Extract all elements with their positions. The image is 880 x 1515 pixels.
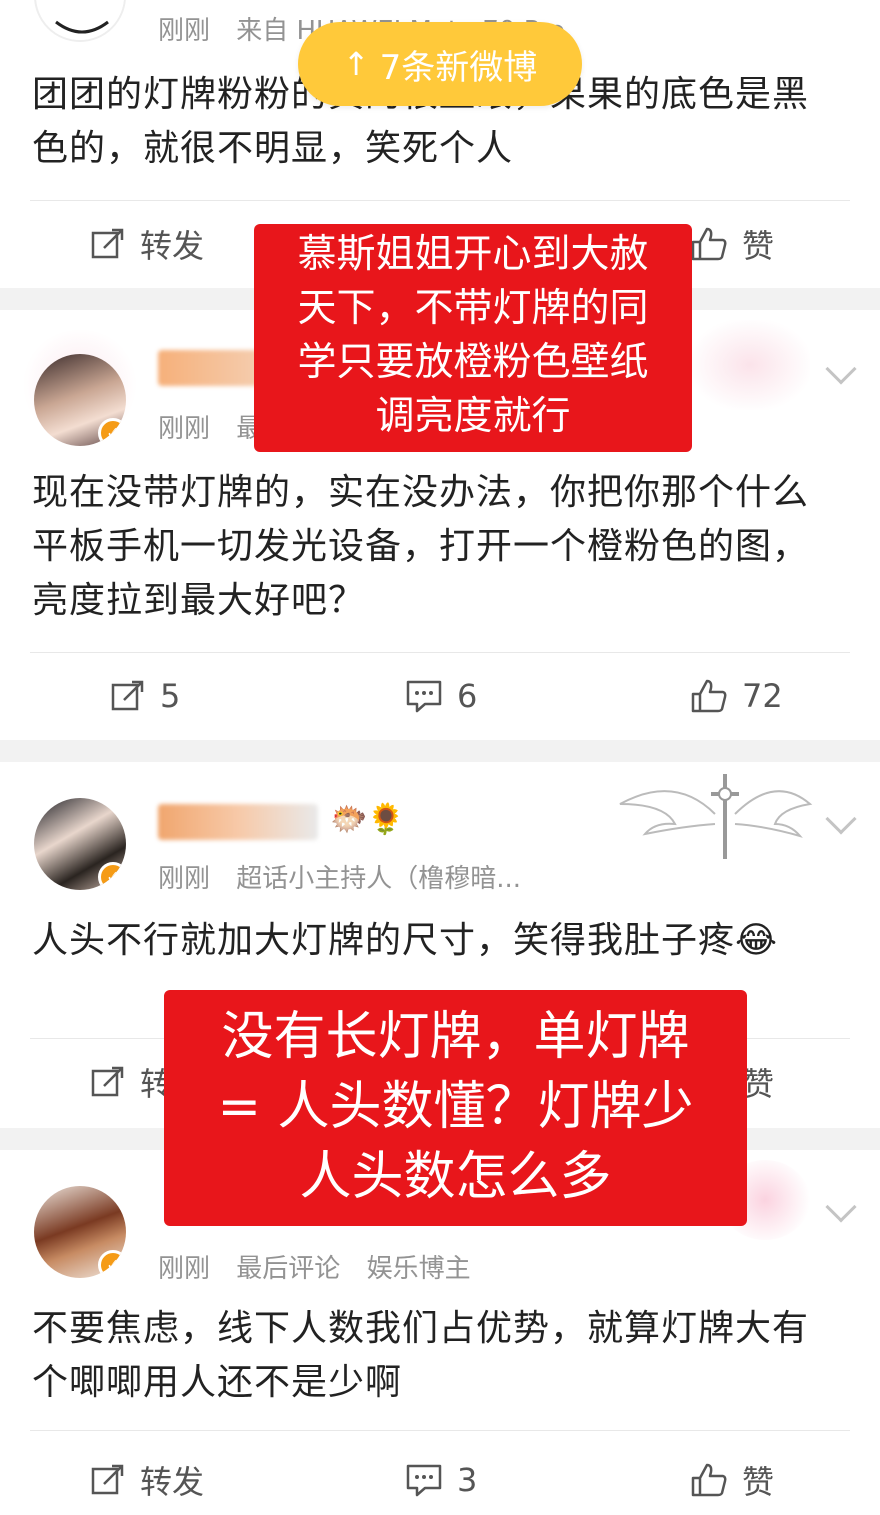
caption-line: 没有长灯牌，单灯牌	[221, 1007, 690, 1067]
comment-icon	[406, 1464, 442, 1497]
repost-button[interactable]: 转发	[90, 1450, 204, 1510]
caption-line: = 人头数懂？灯牌少	[217, 1077, 694, 1137]
post-time: 刚刚	[158, 1254, 211, 1284]
post-time: 刚刚	[158, 16, 211, 46]
comment-count: 6	[457, 677, 478, 715]
post-meta: 刚刚 超话小主持人（橹穆暗...	[158, 858, 539, 895]
post-time: 刚刚	[158, 864, 211, 894]
verified-badge-icon: ✓	[98, 1250, 126, 1278]
new-posts-label: 7条新微博	[379, 47, 538, 88]
divider	[30, 652, 850, 653]
post-actions: 转发 3 赞	[0, 1450, 880, 1510]
new-posts-toast[interactable]: ↑ 7条新微博	[298, 22, 582, 106]
repost-icon	[111, 680, 144, 711]
verified-badge-icon: ✓	[98, 862, 126, 890]
like-label: 赞	[742, 1463, 775, 1501]
arrow-up-icon: ↑	[342, 45, 370, 83]
repost-count: 5	[160, 677, 181, 715]
post-meta: 刚刚 最后评论 娱乐博主	[158, 1248, 489, 1285]
like-count: 72	[742, 677, 783, 715]
comment-button[interactable]: 3	[405, 1450, 477, 1510]
comment-button[interactable]: 6	[405, 666, 477, 726]
post-separator	[0, 740, 880, 762]
thumbs-up-icon	[691, 679, 727, 713]
chevron-down-icon[interactable]	[825, 353, 857, 385]
post-time: 刚刚	[158, 414, 211, 444]
post-source: 最后评论	[236, 1254, 341, 1284]
comment-icon	[406, 680, 442, 713]
post-content[interactable]: 人头不行就加大灯牌的尺寸，笑得我肚子疼😂	[32, 914, 832, 968]
post-actions: 5 6 72	[0, 666, 880, 726]
avatar[interactable]: ✓	[34, 798, 126, 890]
emoji-decoration: 🐡🌻	[330, 802, 405, 837]
thumbs-up-icon	[691, 1463, 727, 1497]
repost-button[interactable]: 转发	[90, 214, 204, 274]
caption-line: 人头数怎么多	[299, 1147, 612, 1207]
avatar[interactable]	[34, 0, 126, 42]
chevron-down-icon[interactable]	[825, 803, 857, 835]
like-button[interactable]: 72	[690, 666, 783, 726]
post-source: 超话小主持人（橹穆暗...	[236, 864, 522, 894]
repost-icon	[91, 1066, 124, 1097]
repost-label: 转发	[140, 1463, 205, 1501]
caption-line: 学只要放橙粉色壁纸	[297, 340, 649, 385]
angel-wings-decoration	[619, 774, 813, 859]
divider	[30, 200, 850, 201]
like-button[interactable]: 赞	[690, 1450, 774, 1510]
cartoon-avatar-icon	[38, 0, 124, 40]
caption-line: 慕斯姐姐开心到大赦	[297, 232, 649, 277]
avatar[interactable]: ✓	[34, 354, 126, 446]
like-button[interactable]: 赞	[690, 214, 774, 274]
chevron-down-icon[interactable]	[825, 1191, 857, 1223]
username-blurred[interactable]	[158, 804, 318, 840]
caption-overlay-1: 慕斯姐姐开心到大赦 天下，不带灯牌的同 学只要放橙粉色壁纸 调亮度就行	[254, 224, 692, 452]
thumbs-up-icon	[691, 227, 727, 261]
caption-overlay-2: 没有长灯牌，单灯牌 = 人头数懂？灯牌少 人头数怎么多	[164, 990, 747, 1226]
post-tag: 娱乐博主	[366, 1254, 471, 1284]
verified-badge-icon: ✓	[98, 418, 126, 446]
post-content[interactable]: 现在没带灯牌的，实在没办法，你把你那个什么平板手机一切发光设备，打开一个橙粉色的…	[32, 466, 832, 628]
divider	[30, 1430, 850, 1431]
repost-button[interactable]: 5	[110, 666, 180, 726]
like-label: 赞	[742, 227, 775, 265]
repost-icon	[91, 1464, 124, 1495]
avatar[interactable]: ✓	[34, 1186, 126, 1278]
caption-line: 天下，不带灯牌的同	[297, 286, 649, 331]
card-decoration	[690, 320, 810, 410]
repost-label: 转发	[140, 227, 205, 265]
caption-line: 调亮度就行	[375, 394, 571, 439]
comment-count: 3	[457, 1461, 478, 1499]
repost-icon	[91, 228, 124, 259]
post-content[interactable]: 不要焦虑，线下人数我们占优势，就算灯牌大有个唧唧用人还不是少啊	[32, 1302, 832, 1410]
